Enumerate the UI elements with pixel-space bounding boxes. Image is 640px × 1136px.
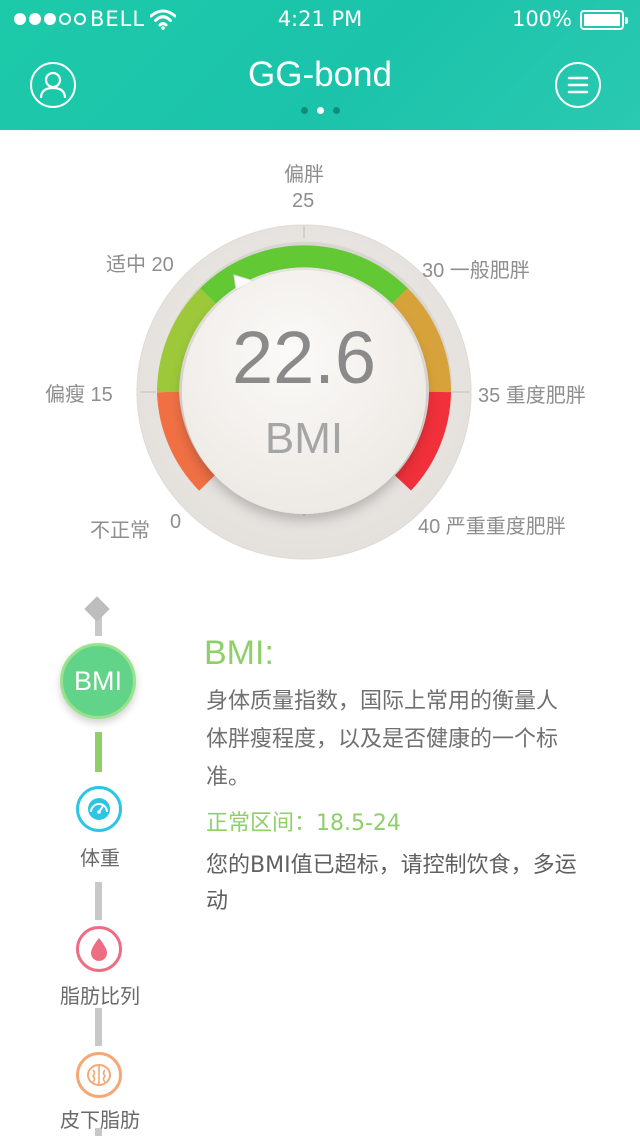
scale-label-15: 偏瘦 15 bbox=[45, 384, 113, 406]
nav-item-body-fat-label: 脂肪比列 bbox=[60, 984, 140, 1008]
page-dot[interactable] bbox=[332, 107, 340, 114]
drop-icon bbox=[91, 938, 107, 961]
bmi-unit: BMI bbox=[264, 414, 344, 463]
app-title: GG-bond bbox=[248, 55, 392, 94]
nav-item-bmi-label: BMI bbox=[73, 665, 122, 696]
timeline-connector-active bbox=[95, 732, 102, 772]
brain-icon bbox=[87, 1064, 111, 1086]
timeline-start-diamond bbox=[84, 596, 110, 622]
scale-label-0-num: 0 bbox=[170, 511, 182, 533]
page-dot[interactable] bbox=[300, 107, 308, 114]
scale-label-30: 30 一般肥胖 bbox=[422, 260, 530, 282]
scale-label-25: 偏胖 bbox=[284, 164, 324, 186]
nav-item-subcutaneous-fat-label: 皮下脂肪 bbox=[60, 1108, 140, 1132]
nav-item-weight-label: 体重 bbox=[80, 846, 120, 870]
nav-item-body-fat[interactable] bbox=[76, 926, 122, 972]
bmi-gauge: 22.6 BMI 偏胖 25 适中 20 30 一般肥胖 偏瘦 15 35 重度… bbox=[0, 130, 640, 580]
timeline-connector bbox=[95, 1008, 102, 1046]
battery-percent: 100% bbox=[511, 7, 572, 31]
status-bar: BELL 4:21 PM 100% bbox=[0, 0, 640, 40]
info-description: 身体质量指数，国际上常用的衡量人体胖瘦程度，以及是否健康的一个标准。 bbox=[206, 689, 559, 790]
nav-item-weight[interactable] bbox=[76, 786, 122, 832]
scale-label-40: 40 严重重度肥胖 bbox=[418, 516, 566, 538]
nav-item-subcutaneous-fat[interactable] bbox=[76, 1052, 122, 1098]
info-title: BMI: bbox=[204, 634, 274, 672]
speedometer-icon bbox=[88, 798, 110, 820]
page-dot-active[interactable] bbox=[316, 107, 324, 114]
advice-text: 您的BMI值已超标，请控制饮食，多运动 bbox=[206, 853, 577, 914]
timeline-connector bbox=[95, 882, 102, 920]
bmi-value: 22.6 bbox=[231, 316, 377, 399]
page-indicator[interactable] bbox=[0, 107, 640, 114]
app-header: BELL 4:21 PM 100% GG-bond bbox=[0, 0, 640, 130]
scale-label-0: 不正常 bbox=[90, 520, 150, 542]
scale-label-20: 适中 20 bbox=[106, 254, 174, 276]
scale-label-35: 35 重度肥胖 bbox=[478, 385, 586, 407]
normal-range: 正常区间：18.5-24 bbox=[206, 811, 401, 836]
nav-item-bmi[interactable]: BMI bbox=[60, 643, 136, 719]
menu-button[interactable] bbox=[555, 62, 601, 108]
scale-label-25-num: 25 bbox=[292, 190, 315, 212]
menu-icon bbox=[567, 76, 589, 94]
battery-icon bbox=[580, 10, 628, 30]
